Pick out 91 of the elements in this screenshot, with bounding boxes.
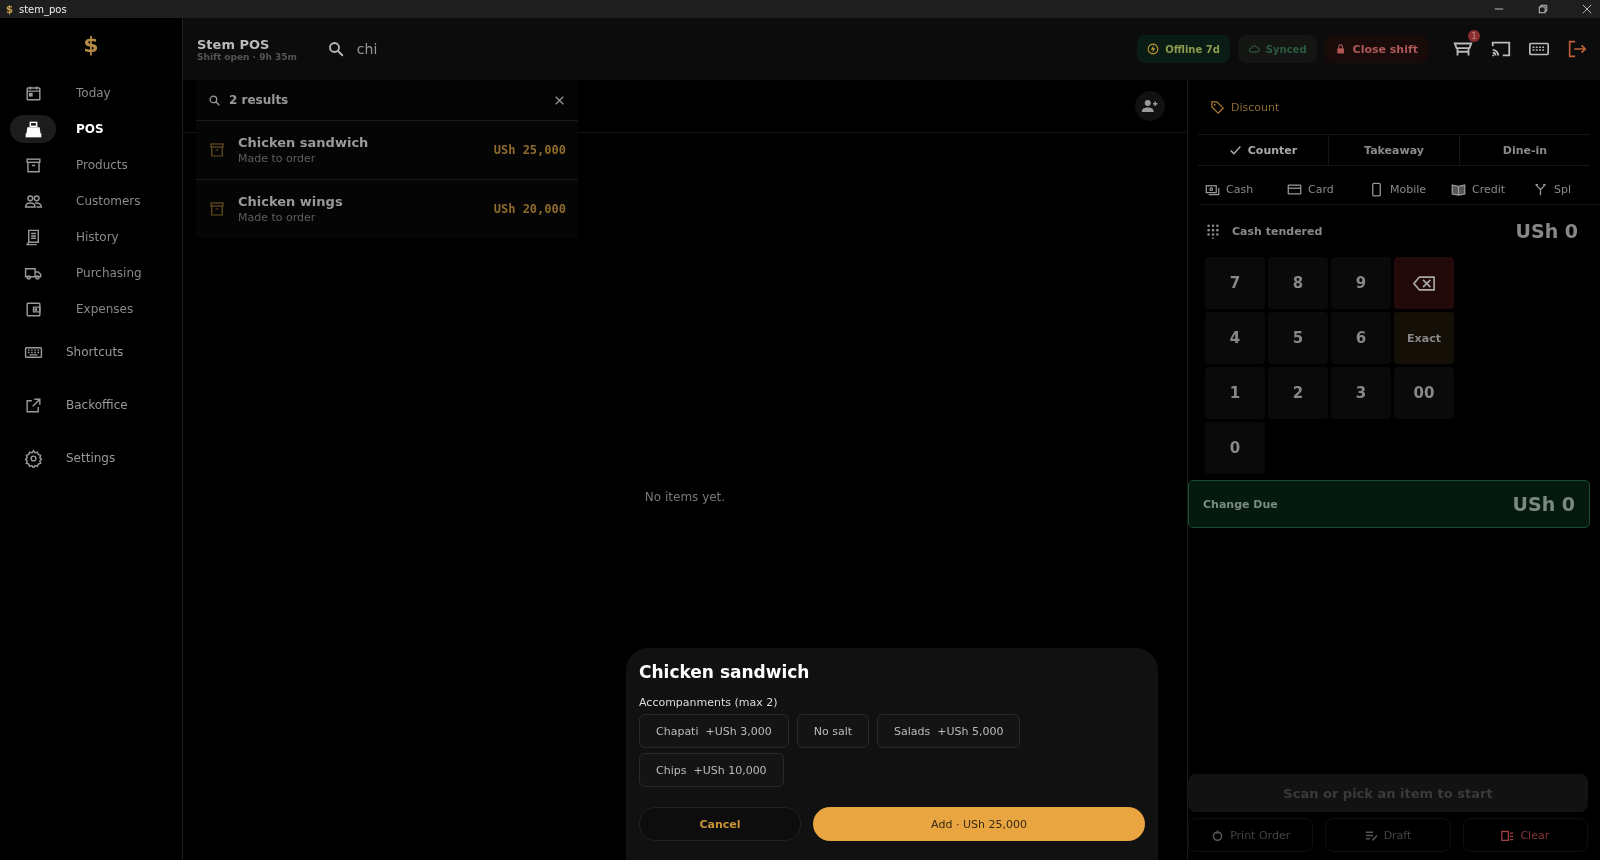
keypad-key[interactable]: 9 <box>1331 257 1391 309</box>
shift-status: Shift open · 9h 35m <box>197 51 297 62</box>
logout-icon[interactable] <box>1566 38 1588 60</box>
backspace-icon <box>1413 275 1435 291</box>
product-price: USh 25,000 <box>493 143 566 157</box>
box-icon <box>208 141 226 159</box>
product-note: Made to order <box>238 211 317 224</box>
change-due-label: Change Due <box>1203 497 1278 511</box>
offline-badge: Offline 7d <box>1137 35 1230 63</box>
register-icon <box>23 119 43 139</box>
check-icon <box>1228 143 1242 157</box>
search-field[interactable]: chi <box>354 40 739 58</box>
payment-method-tab[interactable]: Spl <box>1528 174 1600 204</box>
exact-button[interactable]: Exact <box>1394 312 1454 364</box>
keypad-key[interactable]: 0 <box>1205 422 1265 474</box>
external-icon <box>23 395 43 415</box>
close-icon[interactable] <box>1582 4 1592 14</box>
product-price: USh 20,000 <box>493 202 566 216</box>
order-type-tab[interactable]: Takeaway <box>1329 135 1460 165</box>
sidebar-item[interactable]: Products <box>10 150 172 180</box>
phone-icon <box>1369 181 1384 197</box>
gear-icon <box>23 448 43 468</box>
sidebar-item[interactable]: Backoffice <box>10 390 172 420</box>
wallet-icon <box>23 299 43 319</box>
bolt-icon <box>1147 43 1160 55</box>
sync-status: Synced <box>1237 35 1317 63</box>
cart-count-badge: 1 <box>1468 30 1480 42</box>
order-type-tab[interactable]: Counter <box>1198 135 1329 165</box>
card-icon <box>1287 181 1302 197</box>
dialog-title: Chicken sandwich <box>639 662 811 682</box>
product-name: Chicken wings <box>238 194 344 209</box>
product-name: Chicken sandwich <box>238 135 370 150</box>
discount-button[interactable]: Discount <box>1188 80 1600 134</box>
keypad-key[interactable]: 5 <box>1268 312 1328 364</box>
option-chip[interactable]: No salt <box>796 714 869 748</box>
cancel-button[interactable]: Cancel <box>639 807 801 841</box>
sidebar-item[interactable]: Today <box>10 78 172 108</box>
clear-list-icon <box>1501 828 1515 842</box>
sidebar-item[interactable]: Expenses <box>10 294 172 324</box>
cloud-icon <box>1247 43 1260 55</box>
sidebar-item[interactable]: POS <box>10 114 172 144</box>
option-chip[interactable]: Salads +USh 5,000 <box>877 714 1021 748</box>
sidebar-item[interactable]: Customers <box>10 186 172 216</box>
product-result[interactable]: Chicken wings Made to order USh 20,000 <box>196 180 578 238</box>
keypad-key[interactable]: 2 <box>1268 367 1328 419</box>
option-group-label: Accompanments (max 2) <box>639 696 779 709</box>
restore-icon[interactable] <box>1538 4 1548 14</box>
archive-icon <box>23 155 43 175</box>
add-person-icon <box>1141 97 1159 115</box>
calendar-icon <box>23 83 43 103</box>
keypad-key[interactable]: 8 <box>1268 257 1328 309</box>
sidebar-item[interactable]: History <box>10 222 172 252</box>
cash-tendered-label: Cash tendered <box>1232 224 1323 238</box>
tag-icon <box>1210 99 1225 115</box>
product-result[interactable]: Chicken sandwich Made to order USh 25,000 <box>196 121 578 180</box>
payment-method-tab[interactable]: Credit <box>1446 174 1528 204</box>
search-icon <box>208 93 221 107</box>
option-chip[interactable]: Chapati +USh 3,000 <box>639 714 789 748</box>
order-type-tab[interactable]: Dine-in <box>1460 135 1590 165</box>
cash-tendered-amount: USh 0 <box>1515 220 1578 242</box>
product-note: Made to order <box>238 152 317 165</box>
keypad-key[interactable]: 4 <box>1205 312 1265 364</box>
sidebar-item[interactable]: Shortcuts <box>10 337 172 367</box>
lock-icon <box>1334 43 1347 55</box>
add-button[interactable]: Add · USh 25,000 <box>813 807 1145 841</box>
payment-method-tab[interactable]: Card <box>1282 174 1364 204</box>
app-logo-icon: $ <box>6 3 13 15</box>
change-due-amount: USh 0 <box>1512 493 1575 515</box>
keypad-key[interactable]: 00 <box>1394 367 1454 419</box>
keypad-key[interactable]: 6 <box>1331 312 1391 364</box>
search-icon <box>326 40 345 58</box>
window-title: stem_pos <box>18 3 67 15</box>
close-shift-button[interactable]: Close shift <box>1324 35 1428 63</box>
keypad-key[interactable]: 1 <box>1205 367 1265 419</box>
empty-order-message: No items yet. <box>644 489 726 504</box>
power-icon <box>1211 828 1225 842</box>
sidebar-item[interactable]: Purchasing <box>10 258 172 288</box>
results-count: 2 results <box>229 93 289 107</box>
option-chip[interactable]: Chips +USh 10,000 <box>639 753 784 787</box>
dollar-logo: $ <box>83 32 99 57</box>
keypad-icon <box>1206 223 1220 239</box>
backspace-button[interactable] <box>1394 257 1454 309</box>
payment-method-tab[interactable]: Mobile <box>1364 174 1446 204</box>
keypad-key[interactable]: 3 <box>1331 367 1391 419</box>
add-customer-button[interactable] <box>1135 91 1165 121</box>
app-title: Stem POS <box>197 36 271 52</box>
keypad-key[interactable]: 7 <box>1205 257 1265 309</box>
sidebar-item[interactable]: Settings <box>10 443 172 473</box>
split-icon <box>1533 181 1548 197</box>
box-icon <box>208 200 226 218</box>
payment-method-tab[interactable]: Cash <box>1200 174 1282 204</box>
